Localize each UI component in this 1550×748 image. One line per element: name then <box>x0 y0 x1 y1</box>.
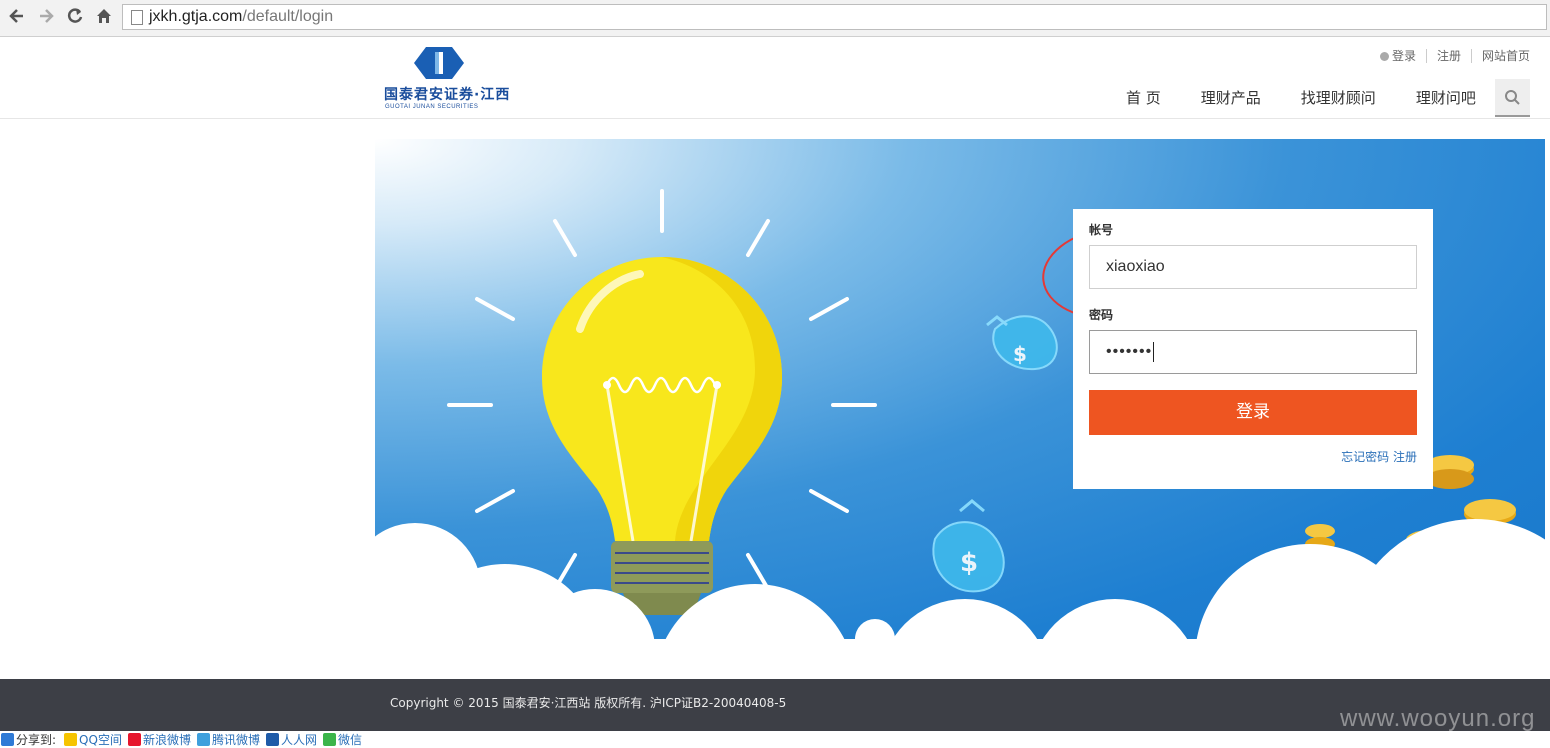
site-header: 国泰君安证券·江西 GUOTAI JUNAN SECURITIES 登录 注册 … <box>0 37 1550 119</box>
share-wechat[interactable]: 微信 <box>323 731 362 748</box>
share-renren[interactable]: 人人网 <box>265 731 317 748</box>
svg-text:$: $ <box>1013 342 1027 366</box>
share-qzone[interactable]: QQ空间 <box>64 731 122 748</box>
nav-item-advisor[interactable]: 找理财顾问 <box>1281 87 1396 108</box>
copyright-text: Copyright © 2015 国泰君安·江西站 版权所有. 沪ICP证B2-… <box>390 696 787 710</box>
logo-mark-icon <box>414 47 464 79</box>
address-bar[interactable]: jxkh.gtja.com/default/login <box>122 4 1547 30</box>
money-bag-icon: $ <box>932 499 1005 593</box>
share-label: 分享到: <box>16 733 57 747</box>
nav-item-qa[interactable]: 理财问吧 <box>1396 87 1496 108</box>
password-input[interactable]: ••••••• <box>1089 330 1417 374</box>
search-button[interactable] <box>1495 79 1530 117</box>
top-register-link[interactable]: 注册 <box>1427 47 1471 64</box>
account-label: 帐号 <box>1089 223 1114 237</box>
logo-subtitle: GUOTAI JUNAN SECURITIES <box>385 104 479 110</box>
login-form: 帐号 xiaoxiao 密码 ••••••• 登录 忘记密码 注册 <box>1073 209 1433 489</box>
weibo-icon <box>127 733 141 746</box>
account-input[interactable]: xiaoxiao <box>1089 245 1417 289</box>
renren-icon <box>265 733 279 746</box>
wechat-icon <box>323 733 336 746</box>
reload-button[interactable] <box>64 7 86 29</box>
watermark: www.wooyun.org <box>1340 705 1536 732</box>
back-button[interactable] <box>6 7 28 29</box>
site-logo[interactable]: 国泰君安证券·江西 GUOTAI JUNAN SECURITIES <box>384 45 534 110</box>
top-home-link[interactable]: 网站首页 <box>1472 47 1530 64</box>
home-icon <box>97 9 111 23</box>
nav-item-home[interactable]: 首 页 <box>1106 87 1181 108</box>
main-nav: 首 页 理财产品 找理财顾问 理财问吧 <box>1106 87 1496 108</box>
logo-text: 国泰君安证券·江西 <box>384 87 511 103</box>
user-icon <box>1379 52 1389 61</box>
share-plus-icon <box>1 733 14 746</box>
text-cursor <box>1153 341 1155 362</box>
back-arrow-icon <box>9 9 23 23</box>
home-button[interactable] <box>93 7 115 29</box>
qzone-icon <box>64 733 78 746</box>
share-tencent-weibo[interactable]: 腾讯微博 <box>196 731 260 748</box>
search-icon <box>1505 90 1520 105</box>
share-bar: 分享到: QQ空间 新浪微博 腾讯微博 人人网 微信 <box>0 731 1550 748</box>
login-submit-button[interactable]: 登录 <box>1089 390 1417 435</box>
top-login-link[interactable]: 登录 <box>1370 47 1426 64</box>
forward-arrow-icon <box>40 9 54 23</box>
top-links: 登录 注册 网站首页 <box>1370 47 1530 64</box>
forward-button[interactable] <box>35 7 57 29</box>
site-footer: Copyright © 2015 国泰君安·江西站 版权所有. 沪ICP证B2-… <box>0 679 1550 731</box>
register-link[interactable]: 注册 <box>1393 450 1417 464</box>
form-links: 忘记密码 注册 <box>1341 448 1417 465</box>
nav-item-products[interactable]: 理财产品 <box>1181 87 1281 108</box>
forgot-password-link[interactable]: 忘记密码 <box>1341 450 1389 464</box>
page-icon <box>131 10 143 25</box>
password-label: 密码 <box>1089 308 1114 322</box>
svg-text:$: $ <box>960 548 978 578</box>
lightbulb-icon <box>542 257 782 615</box>
browser-toolbar: jxkh.gtja.com/default/login <box>0 0 1550 37</box>
money-bag-icon: $ <box>986 315 1058 371</box>
reload-icon <box>67 8 83 23</box>
tencent-weibo-icon <box>196 733 210 746</box>
url-text: jxkh.gtja.com/default/login <box>149 8 334 25</box>
share-weibo[interactable]: 新浪微博 <box>127 731 191 748</box>
